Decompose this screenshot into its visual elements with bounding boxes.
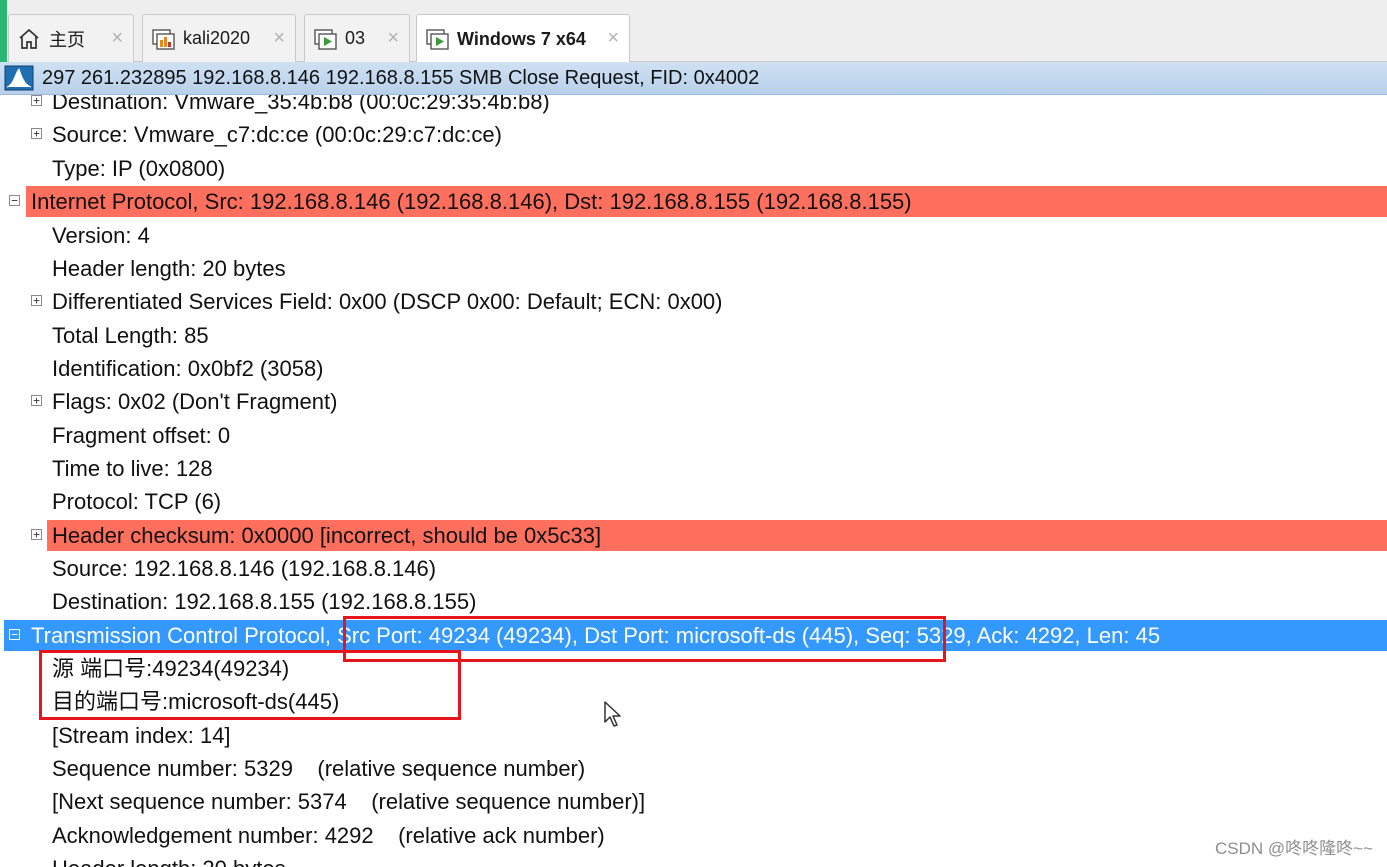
- home-icon: [19, 28, 39, 49]
- tree-row[interactable]: Acknowledgement number: 4292 (relative a…: [0, 819, 1387, 852]
- tree-row-label: Differentiated Services Field: 0x00 (DSC…: [52, 289, 723, 314]
- tab-label: kali2020: [183, 28, 251, 48]
- close-icon[interactable]: ×: [607, 27, 619, 50]
- tab-kali2020[interactable]: kali2020 ×: [142, 14, 296, 62]
- expand-icon[interactable]: +: [31, 128, 42, 139]
- tab-03[interactable]: 03 ×: [304, 14, 410, 62]
- tree-row-label: Source: Vmware_c7:dc:ce (00:0c:29:c7:dc:…: [52, 122, 502, 147]
- tree-row-label: Protocol: TCP (6): [52, 489, 222, 514]
- expand-icon[interactable]: +: [31, 529, 42, 540]
- tree-row[interactable]: Fragment offset: 0: [0, 419, 1387, 452]
- close-icon[interactable]: ×: [387, 27, 399, 50]
- close-icon[interactable]: ×: [111, 27, 123, 50]
- vm-kali-icon: [152, 28, 175, 50]
- tree-row-label: Total Length: 85: [52, 323, 209, 348]
- tree-row-label: Flags: 0x02 (Don't Fragment): [52, 389, 338, 414]
- tree-row[interactable]: [Stream index: 14]: [0, 719, 1387, 752]
- tree-row-label: Fragment offset: 0: [52, 423, 231, 448]
- frame-title-bar: 297 261.232895 192.168.8.146 192.168.8.1…: [0, 62, 1387, 95]
- tree-row[interactable]: Version: 4: [0, 219, 1387, 252]
- tree-row-label: Sequence number: 5329 (relative sequence…: [52, 756, 586, 781]
- close-icon[interactable]: ×: [273, 27, 285, 50]
- tree-row[interactable]: Total Length: 85: [0, 319, 1387, 352]
- screenshot-root: 主页 × kali2020 × 03 × Windows 7 x64 × 297…: [0, 0, 1387, 867]
- tree-row-ip-header[interactable]: − Internet Protocol, Src: 192.168.8.146 …: [0, 185, 1387, 218]
- tree-row[interactable]: Destination: 192.168.8.155 (192.168.8.15…: [0, 585, 1387, 618]
- tree-row-label: Version: 4: [52, 223, 150, 248]
- expand-icon[interactable]: +: [31, 295, 42, 306]
- tree-row-label: Internet Protocol, Src: 192.168.8.146 (1…: [31, 189, 912, 214]
- packet-details-tree: + Destination: Vmware_35:4b:b8 (00:0c:29…: [0, 95, 1387, 867]
- tree-row[interactable]: + Differentiated Services Field: 0x00 (D…: [0, 285, 1387, 318]
- tree-row[interactable]: + Destination: Vmware_35:4b:b8 (00:0c:29…: [0, 95, 1387, 118]
- tree-row[interactable]: Identification: 0x0bf2 (3058): [0, 352, 1387, 385]
- tree-row[interactable]: Protocol: TCP (6): [0, 485, 1387, 518]
- tree-row[interactable]: Time to live: 128: [0, 452, 1387, 485]
- tree-row[interactable]: Type: IP (0x0800): [0, 152, 1387, 185]
- tree-row[interactable]: + Source: Vmware_c7:dc:ce (00:0c:29:c7:d…: [0, 118, 1387, 151]
- tree-row-label: Identification: 0x0bf2 (3058): [52, 356, 324, 381]
- tree-row-label: Destination: 192.168.8.155 (192.168.8.15…: [52, 589, 477, 614]
- wireshark-fin-icon: [4, 65, 34, 91]
- tree-row-label: Destination: Vmware_35:4b:b8 (00:0c:29:3…: [52, 95, 550, 114]
- tree-row[interactable]: Header length: 20 bytes: [0, 852, 1387, 867]
- tree-row-label: Source: 192.168.8.146 (192.168.8.146): [52, 556, 437, 581]
- tree-row-label: Header length: 20 bytes: [52, 852, 286, 867]
- tree-row-label: [Next sequence number: 5374 (relative se…: [52, 789, 646, 814]
- tab-label: 03: [345, 28, 366, 48]
- tab-home[interactable]: 主页 ×: [8, 14, 134, 62]
- tree-row[interactable]: [Next sequence number: 5374 (relative se…: [0, 785, 1387, 818]
- expand-icon[interactable]: +: [31, 395, 42, 406]
- tree-row-label: Header checksum: 0x0000 [incorrect, shou…: [52, 523, 602, 548]
- collapse-icon[interactable]: −: [9, 629, 20, 640]
- expand-icon[interactable]: +: [31, 95, 42, 106]
- tree-row-label: Header length: 20 bytes: [52, 256, 286, 281]
- tree-row[interactable]: + Flags: 0x02 (Don't Fragment): [0, 385, 1387, 418]
- mouse-cursor-icon: [604, 701, 621, 727]
- window-edge: [0, 0, 7, 62]
- tree-row-header-checksum[interactable]: + Header checksum: 0x0000 [incorrect, sh…: [0, 519, 1387, 552]
- tree-row[interactable]: Header length: 20 bytes: [0, 252, 1387, 285]
- tab-label: 主页: [49, 29, 85, 50]
- annotation-box-chinese-notes: [39, 650, 461, 720]
- tree-row-label: Time to live: 128: [52, 456, 213, 481]
- tab-windows7[interactable]: Windows 7 x64 ×: [416, 14, 630, 63]
- tree-row[interactable]: Source: 192.168.8.146 (192.168.8.146): [0, 552, 1387, 585]
- frame-title: 297 261.232895 192.168.8.146 192.168.8.1…: [42, 66, 760, 89]
- collapse-icon[interactable]: −: [9, 195, 20, 206]
- tree-row-label: [Stream index: 14]: [52, 723, 231, 748]
- vm-play-icon: [426, 29, 449, 50]
- tree-row-label: Type: IP (0x0800): [52, 156, 226, 181]
- tab-label: Windows 7 x64: [457, 28, 586, 49]
- tree-row[interactable]: Sequence number: 5329 (relative sequence…: [0, 752, 1387, 785]
- watermark: CSDN @咚咚隆咚~~: [1214, 839, 1373, 858]
- tab-strip: 主页 × kali2020 × 03 × Windows 7 x64 ×: [0, 0, 1387, 63]
- tree-row-label: Acknowledgement number: 4292 (relative a…: [52, 823, 605, 848]
- vm-play-icon: [314, 28, 337, 50]
